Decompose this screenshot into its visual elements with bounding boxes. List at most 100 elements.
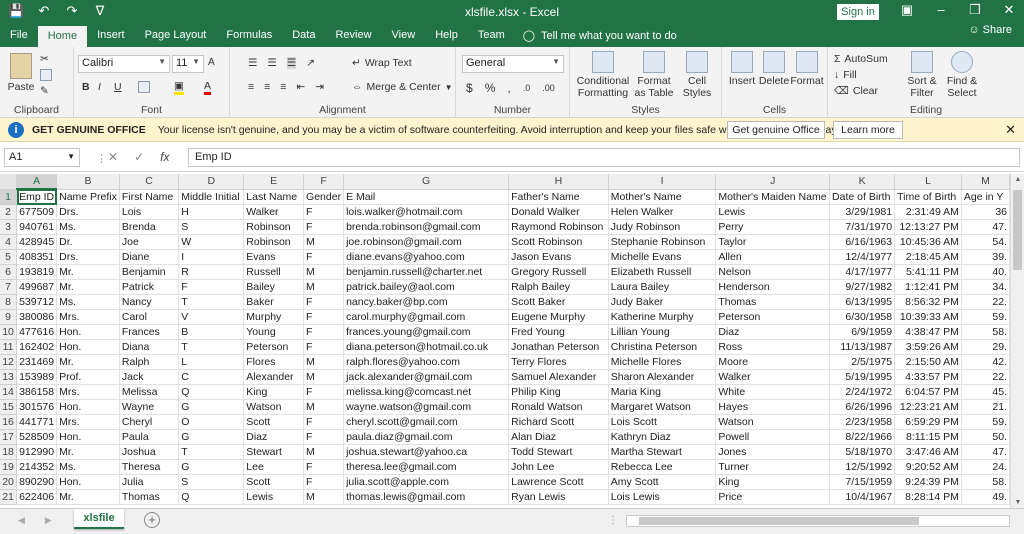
cell[interactable]: Michelle Evans bbox=[608, 249, 717, 265]
cell[interactable]: 8:56:32 PM bbox=[894, 294, 962, 310]
cell[interactable]: 912990 bbox=[16, 444, 58, 460]
cell[interactable]: Gregory Russell bbox=[508, 264, 609, 280]
cell[interactable]: Mr. bbox=[56, 354, 120, 370]
align-right-icon[interactable]: ≡ bbox=[280, 81, 286, 93]
cell[interactable]: 677509 bbox=[16, 204, 58, 220]
cell[interactable]: Judy Robinson bbox=[608, 219, 717, 235]
cell[interactable]: 193819 bbox=[16, 264, 58, 280]
font-color-button[interactable]: A bbox=[204, 80, 212, 95]
row-header[interactable]: 11 bbox=[0, 339, 18, 355]
row-header[interactable]: 3 bbox=[0, 219, 18, 235]
column-header-e[interactable]: E bbox=[243, 174, 305, 190]
cell-styles-button[interactable]: Cell Styles bbox=[678, 51, 716, 99]
cell[interactable]: Lewis bbox=[243, 489, 305, 505]
row-header[interactable]: 19 bbox=[0, 459, 18, 475]
cell[interactable]: 2/5/1975 bbox=[829, 354, 896, 370]
cell[interactable]: T bbox=[178, 339, 245, 355]
cell[interactable]: Eugene Murphy bbox=[508, 309, 609, 325]
cell[interactable]: M bbox=[303, 264, 345, 280]
delete-cells-button[interactable]: Delete bbox=[758, 51, 790, 87]
cell[interactable]: melissa.king@comcast.net bbox=[343, 384, 510, 400]
row-header[interactable]: 17 bbox=[0, 429, 18, 445]
cell[interactable]: Rebecca Lee bbox=[608, 459, 717, 475]
cell[interactable]: 47. bbox=[961, 444, 1010, 460]
increase-decimal-icon[interactable]: .0 bbox=[523, 83, 531, 93]
cell[interactable]: 21. bbox=[961, 399, 1010, 415]
row-header[interactable]: 13 bbox=[0, 369, 18, 385]
bold-button[interactable]: B bbox=[82, 81, 90, 93]
cell[interactable]: Fred Young bbox=[508, 324, 609, 340]
comma-button[interactable]: , bbox=[507, 81, 510, 95]
cell[interactable]: Christina Peterson bbox=[608, 339, 717, 355]
cell[interactable]: Young bbox=[243, 324, 305, 340]
cell[interactable]: Henderson bbox=[715, 279, 831, 295]
cell[interactable]: Lois Scott bbox=[608, 414, 717, 430]
cell[interactable]: Watson bbox=[715, 414, 831, 430]
cell[interactable]: brenda.robinson@gmail.com bbox=[343, 219, 510, 235]
cell[interactable]: Scott Baker bbox=[508, 294, 609, 310]
cell[interactable]: F bbox=[303, 309, 345, 325]
cell[interactable]: Maria King bbox=[608, 384, 717, 400]
cell[interactable]: Mother's Name bbox=[608, 189, 717, 205]
cell[interactable]: Robinson bbox=[243, 234, 305, 250]
cell[interactable]: Helen Walker bbox=[608, 204, 717, 220]
middle-align-icon[interactable]: ☰ bbox=[267, 57, 276, 69]
cell[interactable]: Stewart bbox=[243, 444, 305, 460]
cell[interactable]: 6:59:29 PM bbox=[894, 414, 962, 430]
cell[interactable]: 231469 bbox=[16, 354, 58, 370]
cell[interactable]: Ryan Lewis bbox=[508, 489, 609, 505]
cell[interactable]: Prof. bbox=[56, 369, 120, 385]
wrap-text-button[interactable]: ↵ Wrap Text bbox=[352, 57, 412, 69]
cell[interactable]: jack.alexander@gmail.com bbox=[343, 369, 510, 385]
align-left-icon[interactable]: ≡ bbox=[248, 81, 254, 93]
formula-input[interactable]: Emp ID bbox=[188, 148, 1020, 167]
cell[interactable]: diane.evans@yahoo.com bbox=[343, 249, 510, 265]
format-as-table-button[interactable]: Format as Table bbox=[632, 51, 676, 99]
format-painter-button[interactable]: ✎ bbox=[40, 85, 49, 97]
cell[interactable]: Hon. bbox=[56, 339, 120, 355]
cell[interactable]: 50. bbox=[961, 429, 1010, 445]
cell[interactable]: 58. bbox=[961, 474, 1010, 490]
cell[interactable]: Jones bbox=[715, 444, 831, 460]
cell[interactable]: Mrs. bbox=[56, 384, 120, 400]
column-header-i[interactable]: I bbox=[608, 174, 717, 190]
cell[interactable]: 36 bbox=[961, 204, 1010, 220]
cell[interactable]: Moore bbox=[715, 354, 831, 370]
cell[interactable]: Ms. bbox=[56, 219, 120, 235]
cell[interactable]: Lois Lewis bbox=[608, 489, 717, 505]
find-select-button[interactable]: Find & Select bbox=[942, 51, 982, 99]
cell[interactable]: 39. bbox=[961, 249, 1010, 265]
row-header[interactable]: 15 bbox=[0, 399, 18, 415]
cell[interactable]: Terry Flores bbox=[508, 354, 609, 370]
cell[interactable]: 10:39:33 AM bbox=[894, 309, 962, 325]
cell[interactable]: B bbox=[178, 324, 245, 340]
cell[interactable]: Nelson bbox=[715, 264, 831, 280]
cell[interactable]: Date of Birth bbox=[829, 189, 896, 205]
close-message-icon[interactable]: ✕ bbox=[1005, 122, 1016, 138]
cell[interactable]: Jonathan Peterson bbox=[508, 339, 609, 355]
column-header-g[interactable]: G bbox=[343, 174, 510, 190]
cell[interactable]: 499687 bbox=[16, 279, 58, 295]
cell[interactable]: 6/30/1958 bbox=[829, 309, 896, 325]
cell[interactable]: 12:13:27 PM bbox=[894, 219, 962, 235]
cell[interactable]: carol.murphy@gmail.com bbox=[343, 309, 510, 325]
cell[interactable]: Mr. bbox=[56, 279, 120, 295]
cell[interactable]: Ralph bbox=[119, 354, 180, 370]
cell[interactable]: cheryl.scott@gmail.com bbox=[343, 414, 510, 430]
cell[interactable]: Michelle Flores bbox=[608, 354, 717, 370]
cell[interactable]: 3/29/1981 bbox=[829, 204, 896, 220]
row-header[interactable]: 6 bbox=[0, 264, 18, 280]
tab-file[interactable]: File bbox=[0, 24, 38, 47]
cell[interactable]: Laura Bailey bbox=[608, 279, 717, 295]
cell[interactable]: Lois bbox=[119, 204, 180, 220]
cell[interactable]: 1:12:41 PM bbox=[894, 279, 962, 295]
cell[interactable]: Samuel Alexander bbox=[508, 369, 609, 385]
cell[interactable]: Alexander bbox=[243, 369, 305, 385]
cell[interactable]: Katherine Murphy bbox=[608, 309, 717, 325]
cell[interactable]: Perry bbox=[715, 219, 831, 235]
paste-button[interactable]: Paste bbox=[6, 53, 36, 93]
cell[interactable]: Flores bbox=[243, 354, 305, 370]
cell[interactable]: Richard Scott bbox=[508, 414, 609, 430]
horizontal-scroll-thumb[interactable] bbox=[639, 517, 919, 525]
cell[interactable]: F bbox=[303, 324, 345, 340]
